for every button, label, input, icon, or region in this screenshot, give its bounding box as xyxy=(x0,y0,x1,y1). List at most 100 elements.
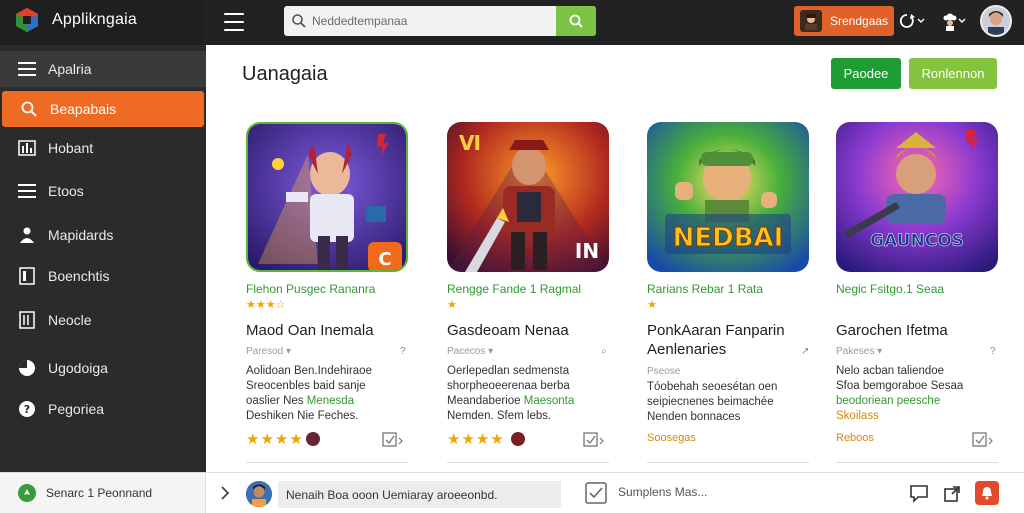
app-card[interactable]: Ⅵ IN Rengge Fande 1 Ragmal ★ Gasdeoam Ne… xyxy=(447,122,617,467)
app-description: Tóobehah seoesétan oen seipiecnenes beim… xyxy=(647,380,815,425)
sidebar-item-etoos[interactable]: Etoos xyxy=(0,173,206,209)
app-description: Oerlepedlan sedmensta shorpheoeerenaa be… xyxy=(447,364,615,424)
notifications-dropdown[interactable] xyxy=(898,10,926,32)
message-input[interactable]: Nenaih Boa ooon Uemiaray aroeeonbd. xyxy=(278,481,561,508)
app-genre: Rengge Fande 1 Ragmal xyxy=(447,282,582,296)
svg-text:C: C xyxy=(378,249,391,270)
card-footer: ★★★★ xyxy=(246,430,408,450)
search-icon xyxy=(20,100,38,118)
person-icon xyxy=(18,226,36,244)
search-icon[interactable]: ⌕ xyxy=(601,346,613,358)
chef-icon xyxy=(943,13,966,31)
sidebar-item-boenchtis[interactable]: Boenchtis xyxy=(0,258,206,294)
sidebar-item-beapabais[interactable]: Beapabais xyxy=(2,91,204,127)
app-name[interactable]: Maod Oan Inemala xyxy=(246,321,414,340)
compare-checkbox[interactable] xyxy=(382,432,404,448)
sidebar-item-label: Hobant xyxy=(48,140,94,156)
app-genre: Negic Fsitgo.1 Seaa xyxy=(836,282,945,296)
desc-line: seipiecnenes beimachée xyxy=(647,396,774,408)
app-subtitle: Paresod ▾ xyxy=(246,346,292,357)
page-title: Uanagaia xyxy=(242,63,328,85)
search-button[interactable] xyxy=(556,6,596,36)
app-description: Nelo acban taliendoe Sfoa bemgoraboe Ses… xyxy=(836,364,1004,424)
app-thumbnail[interactable]: C xyxy=(246,122,408,272)
share-icon[interactable] xyxy=(943,483,963,503)
desc-line: Nenden bonnaces xyxy=(647,411,741,423)
desc-line: Tóobehah seoesétan oen xyxy=(647,381,778,393)
brand[interactable]: Applikngaia xyxy=(14,7,137,33)
app-genre: Flehon Pusgec Rananra xyxy=(246,282,376,296)
app-name[interactable]: PonkAaran Fanparin Aenlenaries xyxy=(647,321,815,359)
app-card[interactable]: NEDBAI Rarians Rebar 1 Rata ★ PonkAaran … xyxy=(647,122,817,467)
chat-avatar[interactable] xyxy=(246,481,272,507)
external-link-icon[interactable]: ↗ xyxy=(801,346,813,358)
user-avatar[interactable] xyxy=(980,5,1012,37)
app-rating-top: ★ xyxy=(447,298,457,311)
divider xyxy=(836,462,998,463)
checkbox-icon[interactable] xyxy=(585,482,607,504)
chart-icon xyxy=(18,139,36,157)
app-card[interactable]: GAUNCOS Negic Fsitgo.1 Seaa Garochen Ife… xyxy=(836,122,1006,467)
publisher-badge xyxy=(306,432,320,446)
sidebar-item-hobant[interactable]: Hobant xyxy=(0,130,206,166)
app-title: Applikngaia xyxy=(52,11,137,28)
compare-checkbox[interactable] xyxy=(583,432,605,448)
desc-line: Sfoa bemgoraboe Sesaa xyxy=(836,380,964,392)
desc-line: shorpheoeerenaa berba xyxy=(447,380,570,392)
rating-stars: ★ xyxy=(647,299,657,311)
app-name[interactable]: Garochen Ifetma xyxy=(836,321,1004,340)
art-label: GAUNCOS xyxy=(870,231,964,251)
app-description: Aolidoan Ben.Indehiraoe Sreocenbles baid… xyxy=(246,364,414,424)
app-name[interactable]: Gasdeoam Nenaa xyxy=(447,321,615,340)
desc-line: Sreocenbles baid sanje xyxy=(246,380,366,392)
secondary-button[interactable]: Ronlennon xyxy=(909,58,997,89)
desc-highlight: beodoriean peesche xyxy=(836,395,941,407)
chevron-right-icon[interactable] xyxy=(218,485,232,501)
search-input[interactable] xyxy=(312,6,552,36)
profile-menu-dropdown[interactable] xyxy=(940,10,968,32)
art-label: IN xyxy=(575,239,599,263)
help-icon: ? xyxy=(18,400,36,418)
sidebar-item-neocle[interactable]: Neocle xyxy=(0,302,206,338)
info-icon[interactable]: ? xyxy=(400,346,412,358)
clock-icon xyxy=(18,359,36,377)
rating-stars: ★★★★ xyxy=(246,431,304,448)
sidebar-item-ugodoiga[interactable]: Ugodoiga xyxy=(0,350,206,386)
desc-line: Oerlepedlan sedmensta xyxy=(447,365,570,377)
sidebar-item-apalria[interactable]: Apalria xyxy=(0,51,206,87)
footer-bar: Senarc 1 Peonnand Nenaih Boa ooon Uemiar… xyxy=(0,472,1024,513)
sidebar-item-label: Boenchtis xyxy=(48,268,110,284)
sidebar-item-mapidards[interactable]: Mapidards xyxy=(0,217,206,253)
sidebar-item-pegoriea[interactable]: ? Pegoriea xyxy=(0,391,206,427)
app-thumbnail[interactable]: NEDBAI xyxy=(647,122,809,272)
document-icon xyxy=(18,267,36,285)
app-logo-icon xyxy=(14,7,40,33)
info-icon[interactable]: ? xyxy=(990,346,1002,358)
account-switcher-button[interactable]: Srendgaas xyxy=(794,6,894,36)
primary-button[interactable]: Paodee xyxy=(831,58,901,89)
list-icon xyxy=(18,182,36,200)
desc-text: oaslier Nes xyxy=(246,395,307,407)
card-footer: ★★★★ xyxy=(447,430,609,450)
desc-line: Skoilass xyxy=(836,410,879,422)
compare-checkbox[interactable] xyxy=(972,432,994,448)
svg-text:?: ? xyxy=(24,403,30,416)
sidebar-item-label: Etoos xyxy=(48,183,84,199)
account-name: Srendgaas xyxy=(830,14,889,28)
sidebar-item-label: Neocle xyxy=(48,312,92,328)
app-thumbnail[interactable]: GAUNCOS xyxy=(836,122,998,272)
app-subtitle: Pseose xyxy=(647,366,681,377)
card-footer: Soosegas xyxy=(647,430,809,450)
app-thumbnail[interactable]: Ⅵ IN xyxy=(447,122,609,272)
desc-text: Meandaberioe xyxy=(447,395,524,407)
sidebar-item-label: Pegoriea xyxy=(48,401,105,417)
notification-icon[interactable] xyxy=(975,481,999,505)
status-icon xyxy=(18,484,36,502)
chat-icon[interactable] xyxy=(909,483,929,503)
sidebar-item-label: Apalria xyxy=(48,61,92,77)
app-card[interactable]: C Flehon Pusgec Rananra ★★★☆ Maod Oan In… xyxy=(246,122,416,467)
status-pane: Senarc 1 Peonnand xyxy=(0,473,206,513)
sidebar-item-label: Ugodoiga xyxy=(48,360,108,376)
suggestions-text[interactable]: Sumplens Mas... xyxy=(618,485,707,499)
menu-toggle-icon[interactable] xyxy=(224,13,244,31)
